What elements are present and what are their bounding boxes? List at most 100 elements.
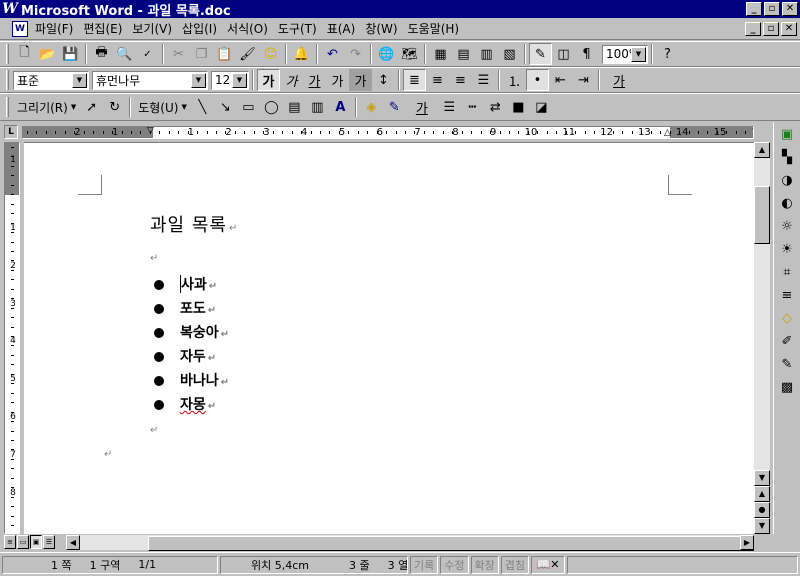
font-size-combo[interactable]: 12 ▼ (211, 70, 249, 90)
scroll-up-button[interactable]: ▲ (754, 142, 770, 158)
crop-icon[interactable]: ⌗ (775, 261, 799, 283)
reset-picture-icon[interactable]: ▩ (775, 376, 799, 398)
insert-hyperlink-icon[interactable]: 🌐 (375, 43, 398, 65)
document-icon[interactable]: W (12, 20, 28, 37)
italic-button[interactable]: 가 (280, 69, 303, 91)
font-combo[interactable]: 휴먼나무 ▼ (92, 70, 208, 90)
dash-style-icon[interactable]: ┅ (461, 96, 484, 118)
status-overtype-mode[interactable]: 겹침 (500, 555, 529, 574)
arrow-style-icon[interactable]: ⇄ (484, 96, 507, 118)
new-document-icon[interactable]: 🗋 (13, 43, 36, 65)
outline-view-button[interactable]: ☰ (43, 535, 55, 549)
less-brightness-icon[interactable]: ☀ (775, 238, 799, 260)
scroll-left-button[interactable]: ◀ (66, 535, 80, 550)
autoshapes-menu-button[interactable]: 도형(U) ▼ (134, 96, 191, 118)
tab-selector[interactable]: L (4, 125, 18, 139)
line-style-icon[interactable]: ☰ (438, 96, 461, 118)
status-track-changes-mode[interactable]: 수정 (440, 555, 469, 574)
rectangle-icon[interactable]: ▭ (237, 96, 260, 118)
select-objects-icon[interactable]: ➚ (80, 96, 103, 118)
chevron-down-icon[interactable]: ▼ (72, 72, 87, 88)
print-layout-view-button[interactable]: ▣ (30, 535, 42, 549)
wordart-icon[interactable]: A (329, 96, 352, 118)
chevron-down-icon[interactable]: ▼ (191, 72, 206, 88)
print-preview-icon[interactable]: 🔍 (113, 43, 136, 65)
less-contrast-icon[interactable]: ◐ (775, 192, 799, 214)
fill-color-icon[interactable]: ◈ (360, 96, 383, 118)
save-icon[interactable]: 💾 (59, 43, 82, 65)
list-item[interactable]: 자두 ↵ (152, 345, 229, 369)
list-item[interactable]: 바나나 ↵ (152, 369, 229, 393)
next-page-button[interactable]: ▼ (754, 518, 770, 534)
vertical-text-box-icon[interactable]: ▥ (306, 96, 329, 118)
set-transparent-color-icon[interactable]: ✎ (775, 353, 799, 375)
doc-restore-button[interactable]: ▫ (763, 21, 779, 36)
line-icon[interactable]: ╲ (191, 96, 214, 118)
document-area[interactable]: 과일 목록 ↵ ↵ 사과 ↵ 포도 ↵ 복숭아 ↵ 자두 ↵ 바나나 ↵ 자몽 ↵ ↵ ↵ (24, 142, 754, 534)
menu-format[interactable]: 서식(O) (222, 20, 273, 37)
indent-marker-icon[interactable]: ▽ (147, 127, 154, 136)
oval-icon[interactable]: ◯ (260, 96, 283, 118)
columns-icon[interactable]: ▧ (498, 43, 521, 65)
web-layout-view-button[interactable]: ▭ (17, 535, 29, 549)
underline-button[interactable]: 가 (303, 69, 326, 91)
scroll-down-button[interactable]: ▼ (754, 470, 770, 486)
paste-icon[interactable]: 📋 (213, 43, 236, 65)
horizontal-scrollbar[interactable]: ◀ ▶ (66, 535, 754, 551)
doc-close-button[interactable]: ✕ (781, 21, 797, 36)
menu-table[interactable]: 표(A) (322, 20, 361, 37)
chevron-down-icon[interactable]: ▼ (631, 46, 646, 62)
status-extend-mode[interactable]: 확장 (470, 555, 499, 574)
select-browse-object-button[interactable]: ● (754, 502, 770, 518)
image-control-icon[interactable]: ▚ (775, 146, 799, 168)
previous-page-button[interactable]: ▲ (754, 486, 770, 502)
print-icon[interactable]: 🖶 (90, 43, 113, 65)
align-right-icon[interactable]: ≡ (449, 69, 472, 91)
char-border-button[interactable]: 가 (326, 69, 349, 91)
vertical-scrollbar[interactable]: ▲ ▼ ▲ ● ▼ (754, 142, 770, 534)
list-item[interactable]: 포도 ↵ (152, 297, 229, 321)
bell-icon[interactable]: 🔔 (290, 43, 313, 65)
style-combo[interactable]: 표준 ▼ (13, 70, 89, 90)
format-picture-icon[interactable]: ✐ (775, 330, 799, 352)
arrow-icon[interactable]: ↘ (214, 96, 237, 118)
more-brightness-icon[interactable]: ☼ (775, 215, 799, 237)
line-color-icon[interactable]: ✎ (383, 96, 406, 118)
right-indent-marker-icon[interactable]: △ (664, 128, 671, 138)
spelling-status-icon[interactable]: 📖✕ (531, 555, 565, 574)
horizontal-scroll-thumb[interactable] (148, 536, 754, 551)
copy-icon[interactable]: ❐ (190, 43, 213, 65)
bullets-icon[interactable]: • (526, 69, 549, 91)
chevron-down-icon[interactable]: ▼ (232, 72, 247, 88)
vertical-ruler[interactable]: 112345678 (4, 142, 21, 534)
increase-indent-icon[interactable]: ⇥ (572, 69, 595, 91)
list-item[interactable]: 사과 ↵ (152, 273, 229, 297)
scroll-right-button[interactable]: ▶ (740, 535, 754, 550)
document-map-icon[interactable]: ◫ (552, 43, 575, 65)
help-icon[interactable]: ? (656, 43, 679, 65)
cut-icon[interactable]: ✂ (167, 43, 190, 65)
char-spacing-icon[interactable]: ↕ (372, 69, 395, 91)
smiley-icon[interactable]: ☺ (259, 43, 282, 65)
decrease-indent-icon[interactable]: ⇤ (549, 69, 572, 91)
status-record-mode[interactable]: 기록 (410, 555, 439, 574)
insert-table-icon[interactable]: ▤ (452, 43, 475, 65)
font-color-button[interactable]: 가 (603, 69, 635, 91)
menu-window[interactable]: 창(W) (360, 20, 402, 37)
menu-tools[interactable]: 도구(T) (273, 20, 322, 37)
drawing-font-color-button[interactable]: 가 (406, 96, 438, 118)
insert-picture-icon[interactable]: ▣ (775, 123, 799, 145)
show-hide-icon[interactable]: ¶ (575, 43, 598, 65)
scroll-thumb[interactable] (754, 186, 770, 244)
tables-borders-icon[interactable]: ▦ (429, 43, 452, 65)
align-center-icon[interactable]: ≡ (426, 69, 449, 91)
bold-button[interactable]: 가 (257, 69, 280, 91)
format-painter-icon[interactable]: 🖌 (236, 43, 259, 65)
3d-icon[interactable]: ◪ (530, 96, 553, 118)
free-rotate-icon[interactable]: ↻ (103, 96, 126, 118)
list-item[interactable]: 복숭아 ↵ (152, 321, 229, 345)
minimize-button[interactable]: _ (746, 2, 762, 16)
picture-line-style-icon[interactable]: ≡ (775, 284, 799, 306)
close-button[interactable]: ✕ (782, 2, 798, 16)
shadow-icon[interactable]: ■ (507, 96, 530, 118)
